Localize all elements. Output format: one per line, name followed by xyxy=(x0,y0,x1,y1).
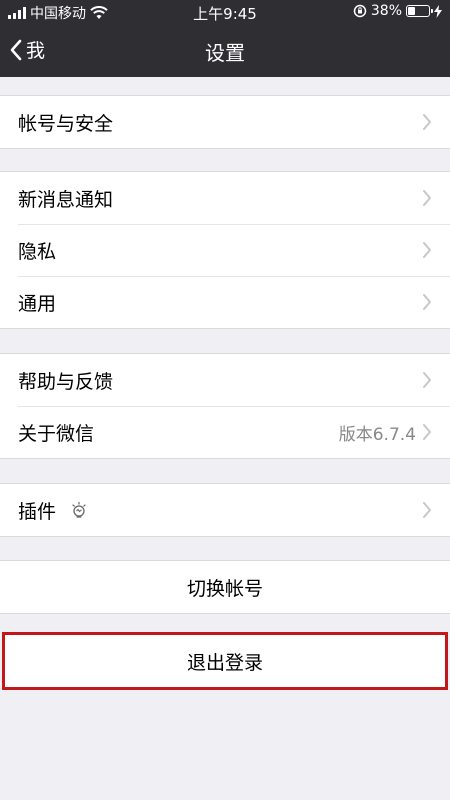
chevron-right-icon xyxy=(423,372,431,388)
switch-account-group: 切换帐号 xyxy=(0,560,450,614)
settings-item-help-feedback[interactable]: 帮助与反馈 xyxy=(0,354,450,406)
chevron-right-icon xyxy=(423,114,431,130)
settings-group-general: 新消息通知 隐私 通用 xyxy=(0,171,450,329)
rotation-lock-icon xyxy=(353,4,367,18)
charging-icon xyxy=(434,4,442,18)
settings-item-general[interactable]: 通用 xyxy=(0,276,450,328)
settings-item-label: 插件 xyxy=(18,500,57,523)
settings-group-help: 帮助与反馈 关于微信 版本6.7.4 xyxy=(0,353,450,459)
chevron-right-icon xyxy=(423,424,431,440)
settings-item-account-security[interactable]: 帐号与安全 xyxy=(0,96,450,148)
settings-item-label: 帐号与安全 xyxy=(18,112,114,135)
settings-item-label: 新消息通知 xyxy=(18,188,114,211)
settings-item-notifications[interactable]: 新消息通知 xyxy=(0,172,450,224)
switch-account-button[interactable]: 切换帐号 xyxy=(0,561,450,613)
battery-percent: 38% xyxy=(370,3,402,19)
logout-button[interactable]: 退出登录 xyxy=(2,632,448,690)
settings-item-plugins[interactable]: 插件 xyxy=(0,484,450,536)
status-right: 38% xyxy=(353,3,442,19)
settings-item-label: 关于微信 xyxy=(18,422,95,445)
chevron-right-icon xyxy=(423,294,431,310)
switch-account-label: 切换帐号 xyxy=(186,577,263,600)
settings-item-label: 隐私 xyxy=(18,240,57,263)
settings-group-account: 帐号与安全 xyxy=(0,95,450,149)
status-bar: 中国移动 上午9:45 38% xyxy=(0,0,450,24)
settings-item-label: 帮助与反馈 xyxy=(18,370,114,393)
settings-item-privacy[interactable]: 隐私 xyxy=(0,224,450,276)
settings-item-about[interactable]: 关于微信 版本6.7.4 xyxy=(0,406,450,458)
chevron-right-icon xyxy=(423,190,431,206)
version-value: 版本6.7.4 xyxy=(338,424,416,445)
logout-label: 退出登录 xyxy=(186,651,263,674)
settings-item-label: 通用 xyxy=(18,292,57,315)
page-title: 设置 xyxy=(205,41,245,65)
chevron-right-icon xyxy=(423,502,431,518)
nav-bar: 我 设置 xyxy=(0,24,450,77)
settings-group-plugins: 插件 xyxy=(0,483,450,537)
chevron-right-icon xyxy=(423,242,431,258)
battery-icon xyxy=(406,5,433,17)
lightbulb-icon xyxy=(72,501,86,518)
